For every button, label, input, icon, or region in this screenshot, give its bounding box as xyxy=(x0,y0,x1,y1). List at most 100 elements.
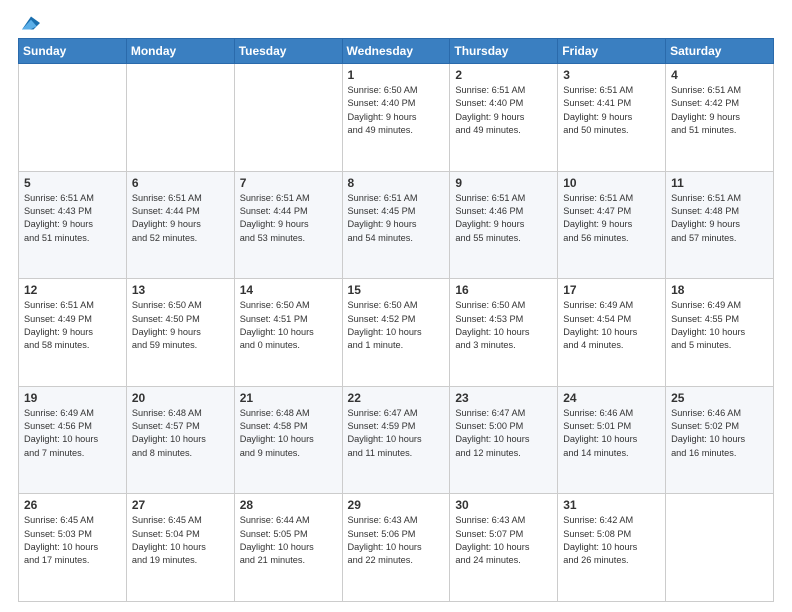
cell-week3-day1: 20Sunrise: 6:48 AM Sunset: 4:57 PM Dayli… xyxy=(126,386,234,494)
day-number-28: 28 xyxy=(240,498,337,512)
day-info-11: Sunrise: 6:51 AM Sunset: 4:48 PM Dayligh… xyxy=(671,192,768,245)
day-info-22: Sunrise: 6:47 AM Sunset: 4:59 PM Dayligh… xyxy=(348,407,445,460)
cell-week1-day0: 5 Sunrise: 6:51 AM Sunset: 4:43 PM Daylig… xyxy=(19,171,127,279)
day-info-20: Sunrise: 6:48 AM Sunset: 4:57 PM Dayligh… xyxy=(132,407,229,460)
day-info-25: Sunrise: 6:46 AM Sunset: 5:02 PM Dayligh… xyxy=(671,407,768,460)
cell-week0-day1 xyxy=(126,64,234,172)
day-info-14: Sunrise: 6:50 AM Sunset: 4:51 PM Dayligh… xyxy=(240,299,337,352)
day-info-12: Sunrise: 6:51 AM Sunset: 4:49 PM Dayligh… xyxy=(24,299,121,352)
cell-week2-day2: 14 Sunrise: 6:50 AM Sunset: 4:51 PM Dayli… xyxy=(234,279,342,387)
day-info-23: Sunrise: 6:47 AM Sunset: 5:00 PM Dayligh… xyxy=(455,407,552,460)
cell-week4-day1: 27 Sunrise: 6:45 AM Sunset: 5:04 PM Dayli… xyxy=(126,494,234,602)
header-monday: Monday xyxy=(126,39,234,64)
day-info-10: Sunrise: 6:51 AM Sunset: 4:47 PM Dayligh… xyxy=(563,192,660,245)
cell-week4-day2: 28Sunrise: 6:44 AM Sunset: 5:05 PM Dayli… xyxy=(234,494,342,602)
header-saturday: Saturday xyxy=(666,39,774,64)
day-number-11: 11 xyxy=(671,176,768,190)
header-tuesday: Tuesday xyxy=(234,39,342,64)
cell-week2-day4: 16 Sunrise: 6:50 AM Sunset: 4:53 PM Dayli… xyxy=(450,279,558,387)
cell-week2-day3: 15 Sunrise: 6:50 AM Sunset: 4:52 PM Dayli… xyxy=(342,279,450,387)
week-row-3: 19 Sunrise: 6:49 AM Sunset: 4:56 PM Dayli… xyxy=(19,386,774,494)
day-number-19: 19 xyxy=(24,391,121,405)
header-friday: Friday xyxy=(558,39,666,64)
cell-week2-day6: 18Sunrise: 6:49 AM Sunset: 4:55 PM Dayli… xyxy=(666,279,774,387)
day-number-26: 26 xyxy=(24,498,121,512)
day-number-7: 7 xyxy=(240,176,337,190)
cell-week4-day6 xyxy=(666,494,774,602)
day-number-2: 2 xyxy=(455,68,552,82)
cell-week3-day0: 19 Sunrise: 6:49 AM Sunset: 4:56 PM Dayli… xyxy=(19,386,127,494)
day-number-30: 30 xyxy=(455,498,552,512)
cell-week1-day2: 7 Sunrise: 6:51 AM Sunset: 4:44 PM Daylig… xyxy=(234,171,342,279)
day-info-5: Sunrise: 6:51 AM Sunset: 4:43 PM Dayligh… xyxy=(24,192,121,245)
day-info-16: Sunrise: 6:50 AM Sunset: 4:53 PM Dayligh… xyxy=(455,299,552,352)
day-number-14: 14 xyxy=(240,283,337,297)
day-info-3: Sunrise: 6:51 AM Sunset: 4:41 PM Dayligh… xyxy=(563,84,660,137)
day-number-22: 22 xyxy=(348,391,445,405)
day-info-15: Sunrise: 6:50 AM Sunset: 4:52 PM Dayligh… xyxy=(348,299,445,352)
day-number-21: 21 xyxy=(240,391,337,405)
day-info-24: Sunrise: 6:46 AM Sunset: 5:01 PM Dayligh… xyxy=(563,407,660,460)
calendar-body: 1 Sunrise: 6:50 AM Sunset: 4:40 PM Daylig… xyxy=(19,64,774,602)
cell-week2-day0: 12 Sunrise: 6:51 AM Sunset: 4:49 PM Dayli… xyxy=(19,279,127,387)
header-row: SundayMondayTuesdayWednesdayThursdayFrid… xyxy=(19,39,774,64)
day-number-31: 31 xyxy=(563,498,660,512)
day-info-6: Sunrise: 6:51 AM Sunset: 4:44 PM Dayligh… xyxy=(132,192,229,245)
day-number-6: 6 xyxy=(132,176,229,190)
day-info-26: Sunrise: 6:45 AM Sunset: 5:03 PM Dayligh… xyxy=(24,514,121,567)
day-number-29: 29 xyxy=(348,498,445,512)
cell-week3-day4: 23 Sunrise: 6:47 AM Sunset: 5:00 PM Dayli… xyxy=(450,386,558,494)
day-number-10: 10 xyxy=(563,176,660,190)
day-info-18: Sunrise: 6:49 AM Sunset: 4:55 PM Dayligh… xyxy=(671,299,768,352)
cell-week3-day6: 25Sunrise: 6:46 AM Sunset: 5:02 PM Dayli… xyxy=(666,386,774,494)
week-row-2: 12 Sunrise: 6:51 AM Sunset: 4:49 PM Dayli… xyxy=(19,279,774,387)
day-number-4: 4 xyxy=(671,68,768,82)
calendar-table: SundayMondayTuesdayWednesdayThursdayFrid… xyxy=(18,38,774,602)
day-info-4: Sunrise: 6:51 AM Sunset: 4:42 PM Dayligh… xyxy=(671,84,768,137)
day-number-3: 3 xyxy=(563,68,660,82)
logo-icon xyxy=(22,16,40,30)
cell-week4-day0: 26 Sunrise: 6:45 AM Sunset: 5:03 PM Dayli… xyxy=(19,494,127,602)
day-number-1: 1 xyxy=(348,68,445,82)
day-info-7: Sunrise: 6:51 AM Sunset: 4:44 PM Dayligh… xyxy=(240,192,337,245)
cell-week2-day1: 13Sunrise: 6:50 AM Sunset: 4:50 PM Dayli… xyxy=(126,279,234,387)
day-info-19: Sunrise: 6:49 AM Sunset: 4:56 PM Dayligh… xyxy=(24,407,121,460)
day-info-17: Sunrise: 6:49 AM Sunset: 4:54 PM Dayligh… xyxy=(563,299,660,352)
day-number-23: 23 xyxy=(455,391,552,405)
day-number-27: 27 xyxy=(132,498,229,512)
day-info-30: Sunrise: 6:43 AM Sunset: 5:07 PM Dayligh… xyxy=(455,514,552,567)
day-number-5: 5 xyxy=(24,176,121,190)
cell-week1-day5: 10 Sunrise: 6:51 AM Sunset: 4:47 PM Dayli… xyxy=(558,171,666,279)
cell-week4-day3: 29 Sunrise: 6:43 AM Sunset: 5:06 PM Dayli… xyxy=(342,494,450,602)
cell-week4-day4: 30 Sunrise: 6:43 AM Sunset: 5:07 PM Dayli… xyxy=(450,494,558,602)
calendar-header: SundayMondayTuesdayWednesdayThursdayFrid… xyxy=(19,39,774,64)
day-info-27: Sunrise: 6:45 AM Sunset: 5:04 PM Dayligh… xyxy=(132,514,229,567)
day-number-17: 17 xyxy=(563,283,660,297)
cell-week3-day2: 21 Sunrise: 6:48 AM Sunset: 4:58 PM Dayli… xyxy=(234,386,342,494)
day-info-29: Sunrise: 6:43 AM Sunset: 5:06 PM Dayligh… xyxy=(348,514,445,567)
cell-week3-day5: 24Sunrise: 6:46 AM Sunset: 5:01 PM Dayli… xyxy=(558,386,666,494)
cell-week1-day6: 11 Sunrise: 6:51 AM Sunset: 4:48 PM Dayli… xyxy=(666,171,774,279)
page: SundayMondayTuesdayWednesdayThursdayFrid… xyxy=(0,0,792,612)
header xyxy=(18,16,774,30)
header-thursday: Thursday xyxy=(450,39,558,64)
week-row-0: 1 Sunrise: 6:50 AM Sunset: 4:40 PM Daylig… xyxy=(19,64,774,172)
day-number-9: 9 xyxy=(455,176,552,190)
header-wednesday: Wednesday xyxy=(342,39,450,64)
day-number-13: 13 xyxy=(132,283,229,297)
header-sunday: Sunday xyxy=(19,39,127,64)
day-number-15: 15 xyxy=(348,283,445,297)
week-row-1: 5 Sunrise: 6:51 AM Sunset: 4:43 PM Daylig… xyxy=(19,171,774,279)
cell-week2-day5: 17 Sunrise: 6:49 AM Sunset: 4:54 PM Dayli… xyxy=(558,279,666,387)
day-number-16: 16 xyxy=(455,283,552,297)
cell-week0-day5: 3 Sunrise: 6:51 AM Sunset: 4:41 PM Daylig… xyxy=(558,64,666,172)
day-info-21: Sunrise: 6:48 AM Sunset: 4:58 PM Dayligh… xyxy=(240,407,337,460)
day-number-12: 12 xyxy=(24,283,121,297)
week-row-4: 26 Sunrise: 6:45 AM Sunset: 5:03 PM Dayli… xyxy=(19,494,774,602)
cell-week0-day4: 2Sunrise: 6:51 AM Sunset: 4:40 PM Daylig… xyxy=(450,64,558,172)
day-info-31: Sunrise: 6:42 AM Sunset: 5:08 PM Dayligh… xyxy=(563,514,660,567)
cell-week0-day6: 4 Sunrise: 6:51 AM Sunset: 4:42 PM Daylig… xyxy=(666,64,774,172)
day-info-1: Sunrise: 6:50 AM Sunset: 4:40 PM Dayligh… xyxy=(348,84,445,137)
day-number-8: 8 xyxy=(348,176,445,190)
cell-week0-day3: 1 Sunrise: 6:50 AM Sunset: 4:40 PM Daylig… xyxy=(342,64,450,172)
